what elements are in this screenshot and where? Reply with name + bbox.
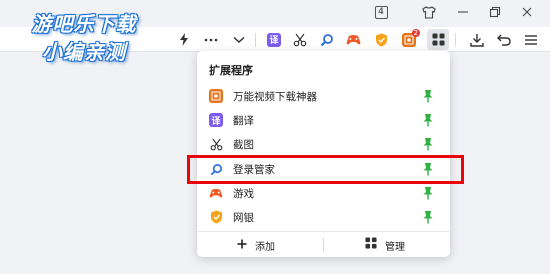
add-label: 添加 [255,241,275,253]
translate-ext-icon: 译 [267,32,281,47]
pin-icon[interactable] [423,210,433,224]
extension-label: 网银 [233,212,254,224]
video-download-icon [209,89,223,103]
extension-item-translate[interactable]: 译 翻译 [197,108,450,132]
toolbar-divider [455,33,456,47]
extension-label: 游戏 [233,188,254,200]
undo-icon[interactable] [493,29,515,50]
footer-divider [323,238,324,252]
lightning-icon[interactable] [173,29,195,50]
extension-label: 翻译 [233,115,254,127]
add-extension-button[interactable]: 添加 [237,237,275,253]
pin-icon[interactable] [423,137,433,151]
translate-ext-button[interactable]: 译 [263,29,285,50]
extension-item-video-downloader[interactable]: 万能视频下载神器 [197,84,450,108]
scissors-ext-icon [293,33,307,46]
panel-footer: 添加 管理 [197,231,450,257]
pin-icon[interactable] [423,113,433,127]
highlight-annotation-box [187,155,464,184]
pin-icon[interactable] [423,89,433,103]
video-ext-button[interactable]: 2 [398,29,420,50]
extension-label: 截图 [233,139,254,151]
shirt-icon[interactable] [418,2,440,22]
download-icon[interactable] [466,29,488,50]
plus-icon [237,238,247,253]
manage-grid-icon [365,237,377,253]
tab-counter-button[interactable]: 4 [370,2,392,22]
scissors-ext-button[interactable] [289,29,311,50]
search-ext-icon [320,33,333,46]
extension-item-games[interactable]: 游戏 [197,181,450,205]
shield-ext-icon [375,33,387,46]
extension-item-online-banking[interactable]: 网银 [197,205,450,229]
translate-icon: 译 [209,113,223,127]
pin-icon[interactable] [423,186,433,200]
manage-extensions-button[interactable]: 管理 [365,237,405,253]
manage-label: 管理 [385,241,405,253]
panel-title: 扩展程序 [209,64,253,77]
menu-icon[interactable] [520,29,542,50]
extensions-panel: 扩展程序 万能视频下载神器 译 翻译 截图 登录管家 游戏 网银 添加 管理 [197,51,450,257]
chevron-down-icon[interactable] [228,29,250,50]
restore-icon[interactable] [484,2,506,22]
watermark-line1: 游吧乐下载 [31,12,137,36]
extensions-button[interactable] [427,29,449,50]
more-icon[interactable] [200,29,222,50]
extensions-grid-icon [432,33,444,46]
extension-label: 万能视频下载神器 [233,91,317,103]
close-icon[interactable] [516,2,538,22]
game-ext-button[interactable] [342,29,364,50]
game-ext-icon [346,34,360,44]
toolbar-divider [255,33,256,47]
game-icon [209,186,223,200]
minimize-icon[interactable] [452,2,474,22]
watermark-line2: 小编亲测 [42,40,126,64]
search-ext-button[interactable] [316,29,338,50]
video-ext-badge: 2 [411,29,420,37]
tab-count: 4 [374,5,388,19]
shield-ext-button[interactable] [370,29,392,50]
watermark-logo: 游吧乐下载 小编亲测 [14,8,154,68]
shield-icon [209,210,223,224]
scissors-icon [209,137,223,151]
extension-item-screenshot[interactable]: 截图 [197,132,450,156]
